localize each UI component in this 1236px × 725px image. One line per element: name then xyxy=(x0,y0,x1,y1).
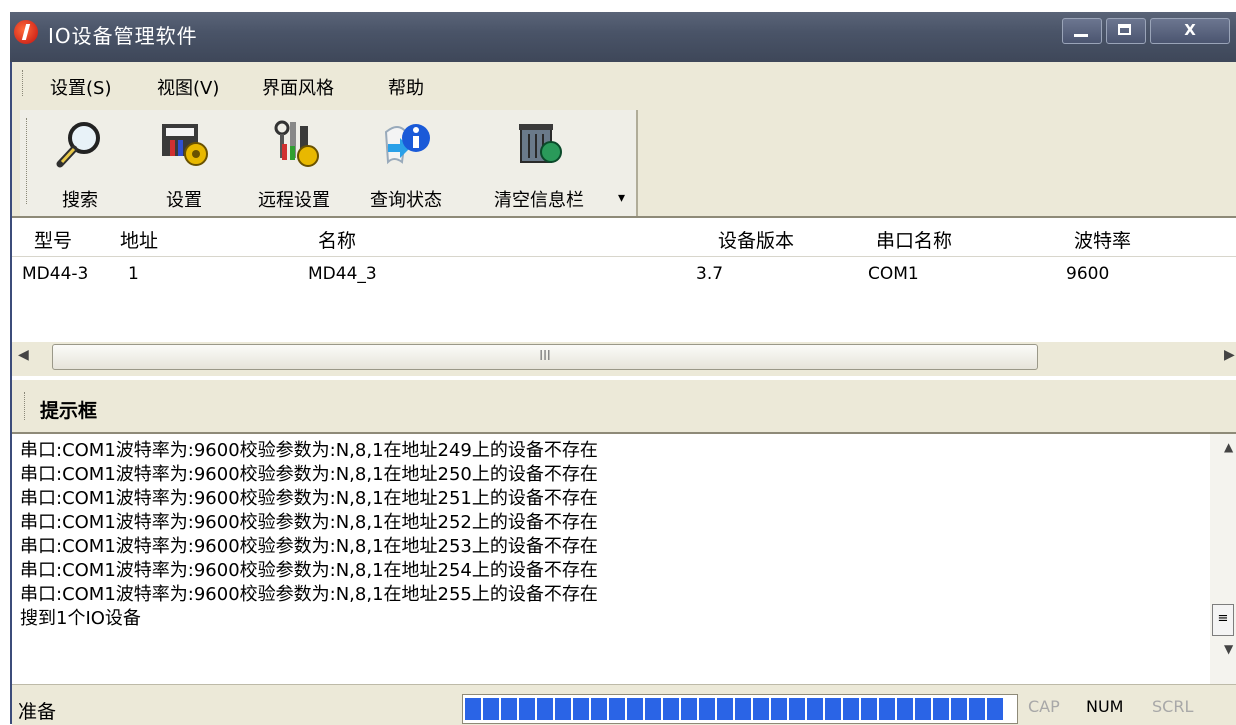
progress-block xyxy=(501,698,517,720)
search-button-label: 搜索 xyxy=(62,190,98,211)
log-line: 搜到1个IO设备 xyxy=(20,608,141,629)
progress-block xyxy=(789,698,805,720)
log-line: 串口:COM1波特率为:9600校验参数为:N,8,1在地址255上的设备不存在 xyxy=(20,584,598,605)
hint-panel-title: 提示框 xyxy=(40,400,98,422)
settings-button[interactable]: 设置 xyxy=(152,116,216,212)
log-line: 串口:COM1波特率为:9600校验参数为:N,8,1在地址251上的设备不存在 xyxy=(20,488,598,509)
menu-ui-style[interactable]: 界面风格 xyxy=(262,74,334,100)
column-header-baud-rate[interactable]: 波特率 xyxy=(1074,226,1131,253)
header-divider xyxy=(12,256,1236,257)
progress-block xyxy=(879,698,895,720)
progress-block xyxy=(681,698,697,720)
search-magnifier-icon xyxy=(56,122,100,168)
scroll-right-arrow-icon[interactable]: ▶ xyxy=(1224,347,1235,363)
progress-block xyxy=(555,698,571,720)
horizontal-scroll-thumb[interactable]: III xyxy=(52,344,1038,370)
cap-indicator: CAP xyxy=(1028,697,1060,716)
progress-block xyxy=(663,698,679,720)
remote-settings-button-label: 远程设置 xyxy=(258,190,330,211)
cell-address: 1 xyxy=(128,264,139,284)
scrl-indicator: SCRL xyxy=(1152,697,1194,716)
num-indicator: NUM xyxy=(1086,697,1124,716)
progress-block xyxy=(735,698,751,720)
column-header-port-name[interactable]: 串口名称 xyxy=(876,226,952,253)
close-button[interactable]: X xyxy=(1150,18,1230,44)
scroll-up-arrow-icon[interactable]: ▲ xyxy=(1224,440,1233,454)
menu-view[interactable]: 视图(V) xyxy=(157,74,219,100)
query-status-button[interactable]: 查询状态 xyxy=(356,116,456,212)
toolbar-overflow-chevron-icon[interactable]: ▾ xyxy=(618,190,625,206)
scroll-left-arrow-icon[interactable]: ◀ xyxy=(18,347,29,363)
progress-block xyxy=(753,698,769,720)
status-text: 准备 xyxy=(18,701,57,723)
settings-button-label: 设置 xyxy=(166,190,202,211)
log-line: 串口:COM1波特率为:9600校验参数为:N,8,1在地址254上的设备不存在 xyxy=(20,560,598,581)
app-logo-icon xyxy=(14,20,38,44)
clear-info-button[interactable]: 清空信息栏 xyxy=(476,116,602,212)
cell-device-version: 3.7 xyxy=(696,264,724,284)
progress-block xyxy=(717,698,733,720)
progress-block xyxy=(969,698,985,720)
log-line: 串口:COM1波特率为:9600校验参数为:N,8,1在地址252上的设备不存在 xyxy=(20,512,598,533)
progress-block xyxy=(987,698,1003,720)
column-header-address[interactable]: 地址 xyxy=(120,226,158,253)
search-button[interactable]: 搜索 xyxy=(48,116,112,212)
menu-settings[interactable]: 设置(S) xyxy=(50,74,111,100)
scroll-down-arrow-icon[interactable]: ▼ xyxy=(1224,642,1233,656)
window-title: IO设备管理软件 xyxy=(48,24,198,48)
minimize-button[interactable] xyxy=(1062,18,1102,44)
progress-block xyxy=(897,698,913,720)
progress-block xyxy=(843,698,859,720)
progress-block xyxy=(807,698,823,720)
hint-panel-grip[interactable] xyxy=(24,392,27,420)
column-header-device-version[interactable]: 设备版本 xyxy=(718,226,794,253)
column-header-name[interactable]: 名称 xyxy=(318,226,356,253)
progress-block xyxy=(519,698,535,720)
cell-model: MD44-3 xyxy=(22,264,89,284)
toolbar-grip[interactable] xyxy=(26,118,29,204)
progress-bar xyxy=(462,694,1018,724)
progress-block xyxy=(627,698,643,720)
info-icon xyxy=(384,124,430,165)
progress-block xyxy=(699,698,715,720)
progress-block xyxy=(915,698,931,720)
progress-block xyxy=(861,698,877,720)
table-row[interactable] xyxy=(12,258,1208,288)
remote-settings-icon xyxy=(274,120,319,167)
progress-block xyxy=(825,698,841,720)
progress-block xyxy=(933,698,949,720)
remote-settings-button[interactable]: 远程设置 xyxy=(244,116,344,212)
menu-grip[interactable] xyxy=(22,70,25,96)
cell-name: MD44_3 xyxy=(308,264,377,284)
log-line: 串口:COM1波特率为:9600校验参数为:N,8,1在地址253上的设备不存在 xyxy=(20,536,598,557)
progress-block xyxy=(951,698,967,720)
settings-icon xyxy=(162,124,208,166)
progress-block xyxy=(465,698,481,720)
progress-block xyxy=(483,698,499,720)
log-line: 串口:COM1波特率为:9600校验参数为:N,8,1在地址250上的设备不存在 xyxy=(20,464,598,485)
progress-block xyxy=(573,698,589,720)
progress-block xyxy=(609,698,625,720)
clear-info-button-label: 清空信息栏 xyxy=(494,190,584,211)
progress-block xyxy=(537,698,553,720)
vertical-scroll-thumb[interactable]: ≡ xyxy=(1212,604,1234,636)
maximize-button[interactable] xyxy=(1106,18,1146,44)
column-header-model[interactable]: 型号 xyxy=(34,226,72,253)
hint-panel-header xyxy=(12,380,1236,432)
query-status-button-label: 查询状态 xyxy=(370,190,442,211)
cell-port-name: COM1 xyxy=(868,264,919,284)
log-line: 串口:COM1波特率为:9600校验参数为:N,8,1在地址249上的设备不存在 xyxy=(20,440,598,461)
menu-help[interactable]: 帮助 xyxy=(388,74,424,100)
recycle-bin-icon xyxy=(519,124,562,163)
progress-block xyxy=(771,698,787,720)
progress-block xyxy=(645,698,661,720)
progress-block xyxy=(591,698,607,720)
cell-baud-rate: 9600 xyxy=(1066,264,1110,284)
